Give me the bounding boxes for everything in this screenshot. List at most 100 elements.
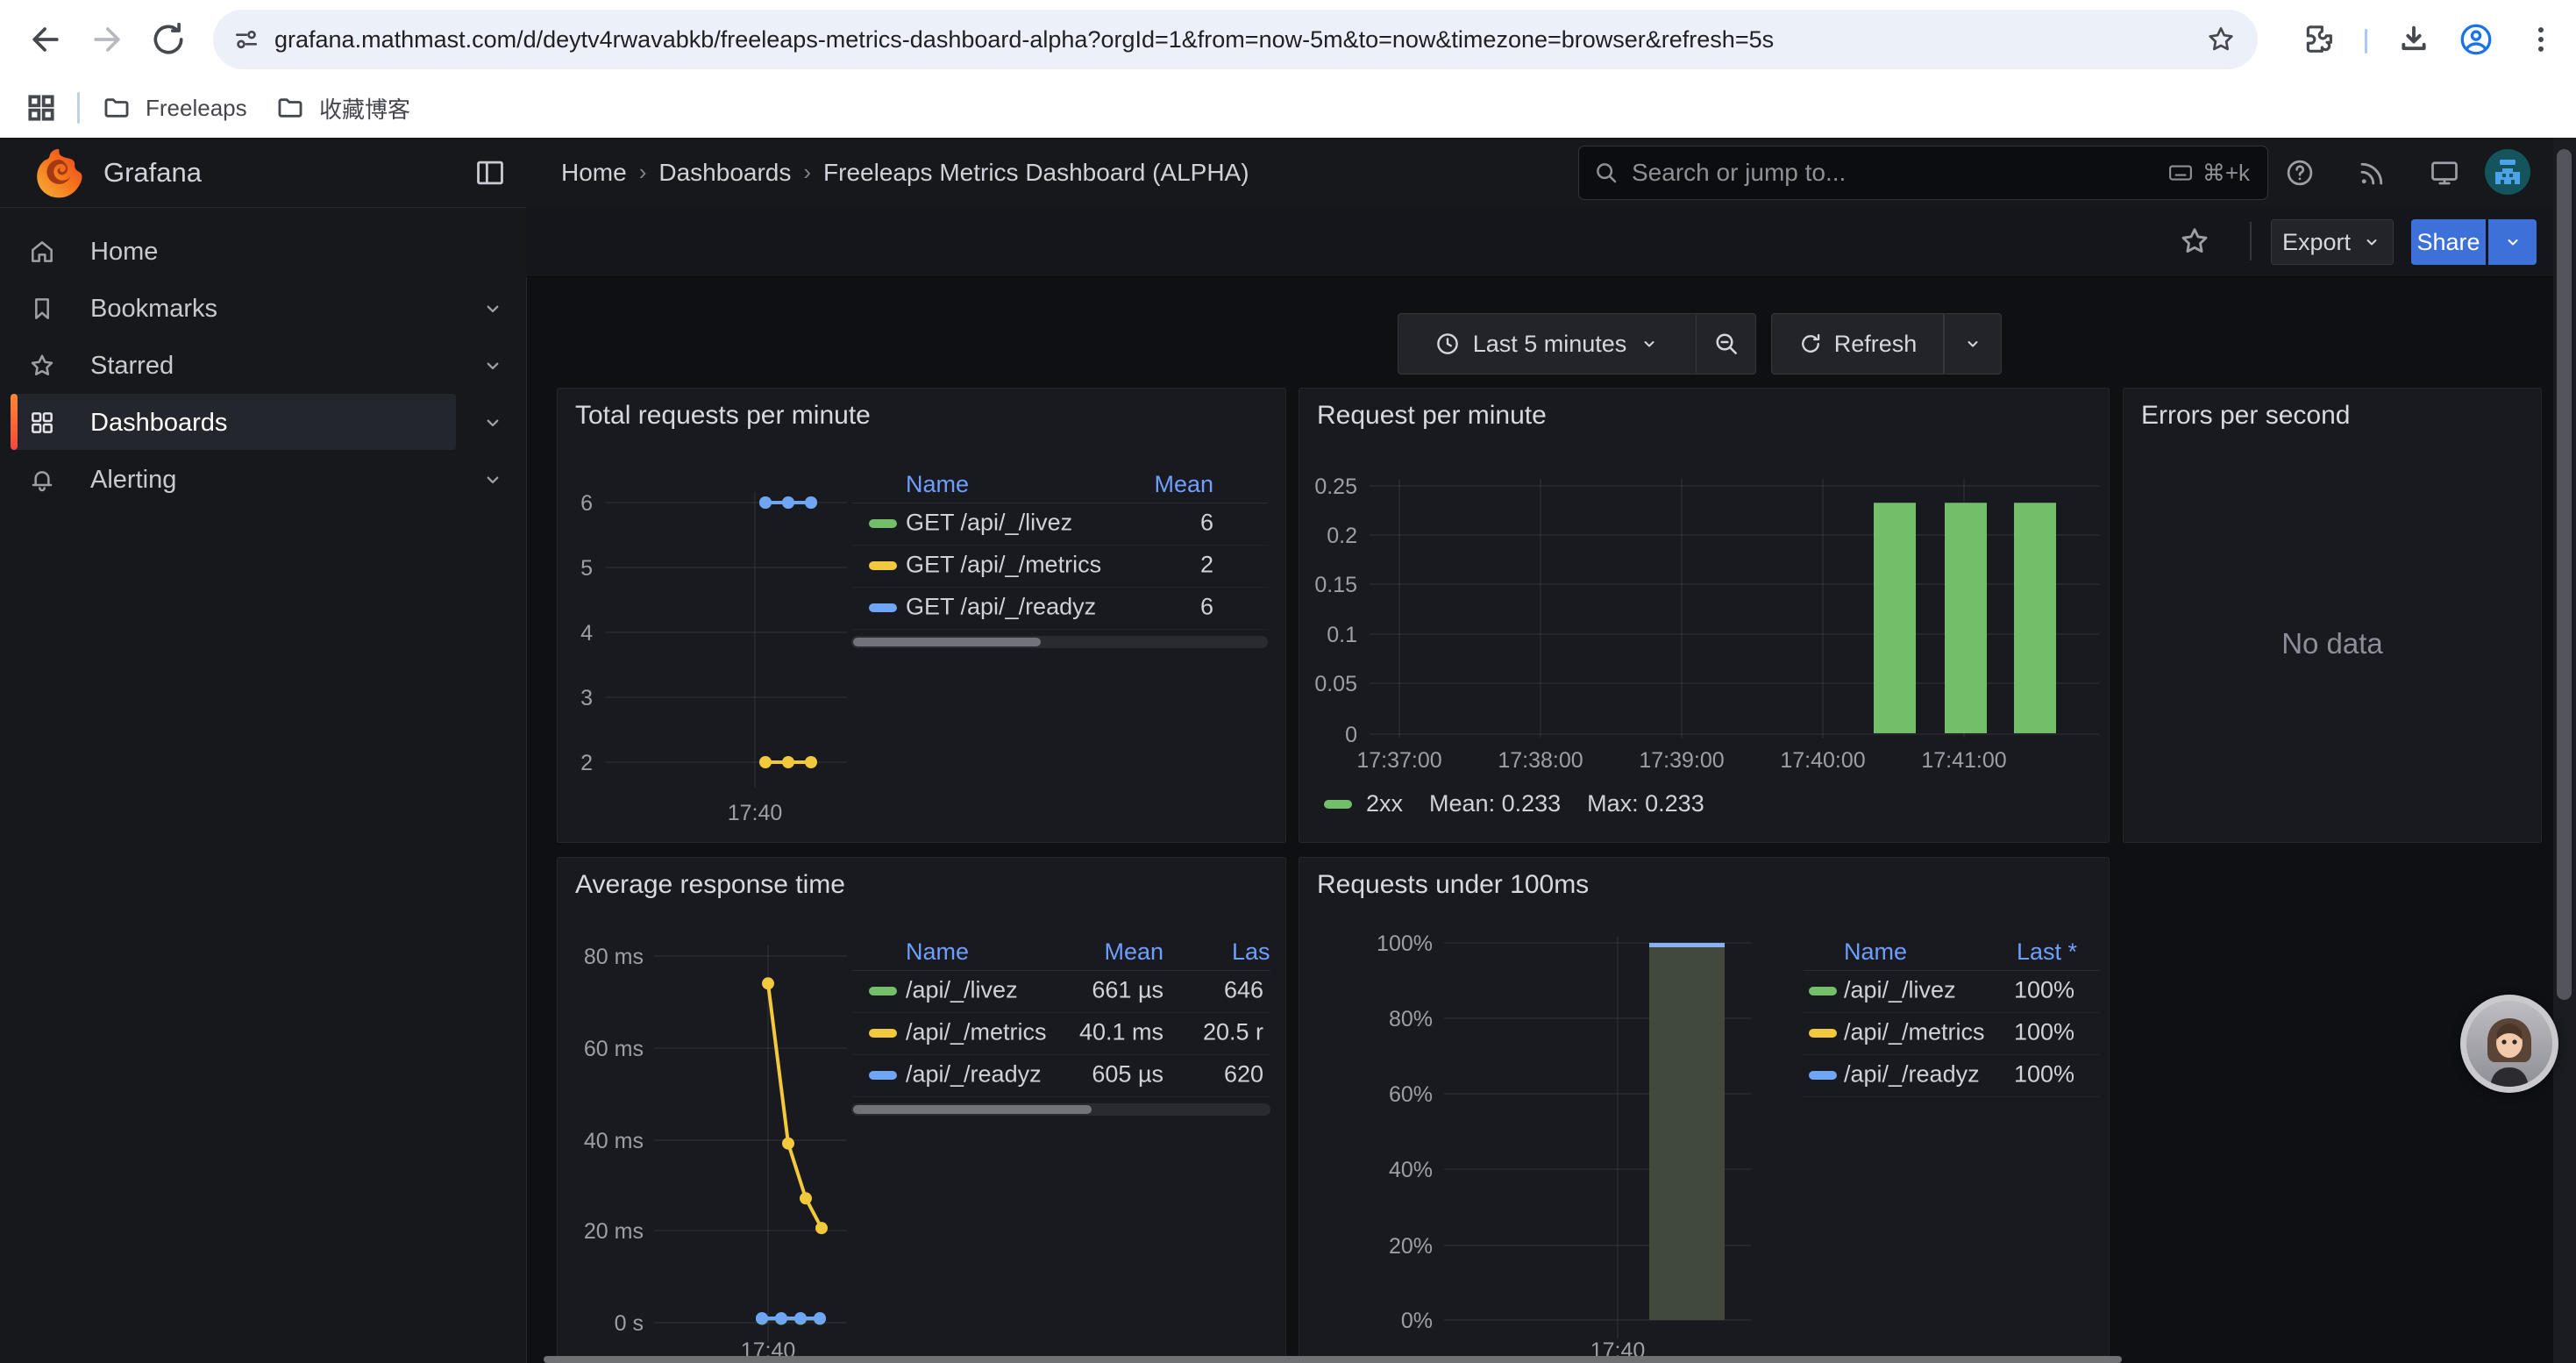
floating-assistant-avatar[interactable] [2460, 995, 2558, 1093]
reload-icon[interactable] [149, 20, 188, 59]
sidebar-item-label: Dashboards [90, 409, 227, 438]
chevron-down-icon[interactable] [480, 467, 505, 492]
chevron-down-icon [2361, 232, 2382, 253]
share-menu-button[interactable] [2488, 219, 2537, 265]
legend-scrollbar-thumb[interactable] [853, 638, 1041, 646]
legend-row[interactable]: /api/_/livez100% [1804, 970, 2100, 1013]
zoom-out-icon [1712, 330, 1740, 358]
legend-row[interactable]: /api/_/metrics100% [1804, 1012, 2100, 1055]
svg-text:17:40: 17:40 [728, 801, 783, 825]
svg-text:80%: 80% [1389, 1007, 1433, 1031]
sidebar-collapse-icon[interactable] [473, 156, 507, 189]
legend-row[interactable]: /api/_/livez661 µs646 [851, 970, 1270, 1013]
chevron-down-icon[interactable] [480, 353, 505, 378]
kiosk-monitor-icon[interactable] [2429, 157, 2460, 189]
legend-column-mean[interactable]: Mean [1154, 471, 1213, 498]
browser-menu-kebab-icon[interactable] [2523, 22, 2562, 61]
refresh-icon [1798, 332, 1823, 356]
panel-request-per-minute[interactable]: Request per minute 0.250.20.150.10.05017… [1299, 388, 2110, 843]
chevron-down-icon [1962, 333, 1983, 354]
sidebar-header: Grafana [0, 138, 526, 208]
legend-scrollbar[interactable] [851, 1103, 1270, 1116]
chevron-down-icon[interactable] [480, 296, 505, 321]
search-input[interactable]: Search or jump to... ⌘+k [1578, 146, 2268, 200]
sidebar-item-bookmarks[interactable]: Bookmarks [0, 280, 526, 338]
time-range-picker[interactable]: Last 5 minutes [1398, 313, 1697, 375]
panel-errors-per-second[interactable]: Errors per second No data [2123, 388, 2542, 843]
url-bar[interactable]: grafana.mathmast.com/d/deytv4rwavabkb/fr… [213, 10, 2258, 69]
series-color-pill [1809, 1029, 1837, 1038]
series-name: /api/_/livez [906, 976, 1018, 1003]
svg-text:17:39:00: 17:39:00 [1639, 748, 1724, 773]
legend-row[interactable]: /api/_/readyz100% [1804, 1054, 2100, 1097]
legend-column-name[interactable]: Name [1844, 938, 1907, 966]
site-settings-icon[interactable] [232, 25, 260, 54]
export-button[interactable]: Export [2271, 219, 2394, 265]
sidebar-item-dashboards[interactable]: Dashboards [0, 394, 526, 452]
p2-legend[interactable]: 2xx Mean: 0.233 Max: 0.233 [1324, 790, 1704, 817]
legend-scrollbar-thumb[interactable] [853, 1105, 1092, 1114]
time-range-controls: Last 5 minutes [1398, 313, 1756, 375]
series-value: 605 µs [1092, 1060, 1163, 1088]
forward-icon[interactable] [88, 20, 126, 59]
svg-text:3: 3 [580, 686, 593, 710]
panel-title: Errors per second [2141, 401, 2350, 431]
series-color-pill [1809, 987, 1837, 995]
series-name: /api/_/metrics [906, 1018, 1047, 1045]
refresh-interval-button[interactable] [1944, 313, 2002, 375]
home-icon [28, 238, 56, 266]
url-text[interactable]: grafana.mathmast.com/d/deytv4rwavabkb/fr… [274, 26, 2258, 54]
sidebar-item-home[interactable]: Home [0, 223, 526, 281]
share-button[interactable]: Share [2411, 219, 2486, 265]
series-value: 40.1 ms [1079, 1018, 1163, 1045]
svg-text:17:38:00: 17:38:00 [1498, 748, 1583, 773]
chevron-down-icon[interactable] [480, 410, 505, 435]
grafana-logo-icon[interactable] [32, 146, 86, 200]
legend-row[interactable]: GET /api/_/livez6 [851, 503, 1268, 546]
sidebar-item-starred[interactable]: Starred [0, 337, 526, 395]
breadcrumb-dashboards[interactable]: Dashboards [658, 159, 791, 187]
share-label: Share [2416, 229, 2480, 256]
legend-column-name[interactable]: Name [906, 938, 969, 966]
panel-average-response-time[interactable]: Average response time 80 ms60 ms40 ms20 … [557, 857, 1286, 1363]
sidebar-item-alerting[interactable]: Alerting [0, 451, 526, 509]
browser-profile-avatar[interactable] [2458, 21, 2494, 58]
legend-row[interactable]: /api/_/metrics40.1 ms20.5 r [851, 1012, 1270, 1055]
news-rss-icon[interactable] [2357, 157, 2388, 189]
legend-scrollbar[interactable] [851, 636, 1268, 648]
apps-grid-icon[interactable] [25, 91, 58, 125]
horizontal-scrollbar-thumb[interactable] [544, 1356, 2122, 1363]
svg-text:20%: 20% [1389, 1234, 1433, 1259]
legend-row[interactable]: /api/_/readyz605 µs620 [851, 1054, 1270, 1097]
bookmark-item-blogs[interactable]: 收藏博客 [275, 88, 410, 128]
bookmark-page-star-icon[interactable] [2205, 24, 2237, 55]
favorite-star-icon[interactable] [2178, 225, 2211, 258]
series-color-pill [1324, 800, 1352, 809]
bookmark-item-freeleaps[interactable]: Freeleaps [102, 88, 247, 128]
legend-column-last[interactable]: Last * [2017, 938, 2077, 966]
legend-column-las[interactable]: Las [1232, 938, 1270, 966]
legend-column-mean[interactable]: Mean [1104, 938, 1163, 966]
help-icon[interactable] [2284, 157, 2316, 189]
time-range-label: Last 5 minutes [1473, 331, 1627, 358]
back-icon[interactable] [26, 20, 65, 59]
extensions-icon[interactable] [2302, 22, 2340, 61]
download-icon[interactable] [2396, 22, 2435, 61]
refresh-button[interactable]: Refresh [1771, 313, 1944, 375]
vertical-scrollbar-thumb[interactable] [2557, 149, 2572, 1000]
legend-column-name[interactable]: Name [906, 471, 969, 498]
svg-text:100%: 100% [1377, 931, 1433, 956]
breadcrumb-separator: › [791, 159, 823, 186]
panel-total-requests-per-minute[interactable]: Total requests per minute 6543217:40 Nam… [557, 388, 1286, 843]
series-name: GET /api/_/metrics [906, 551, 1101, 578]
svg-text:2: 2 [580, 751, 593, 775]
breadcrumb-current: Freeleaps Metrics Dashboard (ALPHA) [823, 159, 1249, 187]
breadcrumb-home[interactable]: Home [561, 159, 627, 187]
legend-row[interactable]: GET /api/_/readyz6 [851, 587, 1268, 630]
user-avatar[interactable] [2485, 149, 2530, 195]
zoom-out-button[interactable] [1697, 313, 1756, 375]
sidebar-item-label: Alerting [90, 466, 176, 495]
panel-requests-under-100ms[interactable]: Requests under 100ms 100%80%60%40%20%0%1… [1299, 857, 2110, 1363]
legend-row[interactable]: GET /api/_/metrics2 [851, 545, 1268, 588]
svg-text:0.25: 0.25 [1314, 475, 1357, 499]
